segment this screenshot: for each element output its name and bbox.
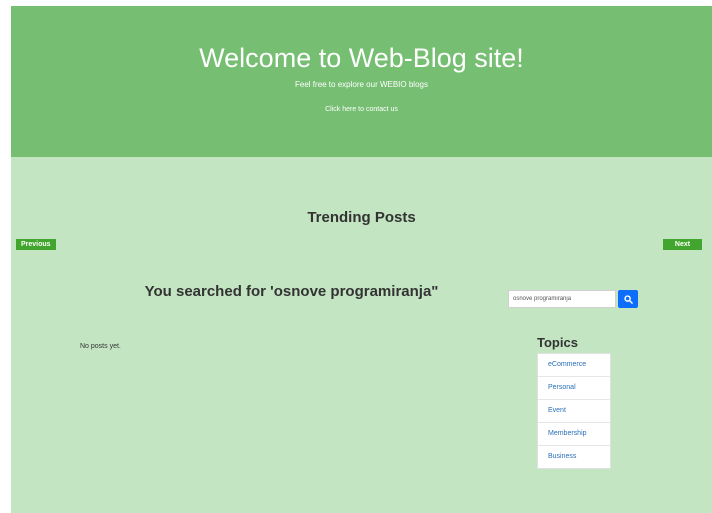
topics-list: eCommerce Personal Event Membership Busi… [537, 353, 611, 469]
no-posts-message: No posts yet. [80, 343, 121, 350]
topic-membership[interactable]: Membership [538, 423, 610, 446]
topic-ecommerce[interactable]: eCommerce [538, 354, 610, 377]
search-icon [623, 294, 633, 304]
hero-banner: Welcome to Web-Blog site! Feel free to e… [11, 6, 712, 157]
topic-business[interactable]: Business [538, 446, 610, 468]
previous-button[interactable]: Previous [16, 239, 56, 250]
search-button[interactable] [618, 290, 638, 308]
hero-title: Welcome to Web-Blog site! [199, 43, 524, 73]
search-input[interactable] [508, 290, 616, 308]
topic-event[interactable]: Event [538, 400, 610, 423]
topics-heading: Topics [537, 335, 578, 350]
hero-subtitle: Feel free to explore our WEBIO blogs [295, 80, 428, 89]
next-button[interactable]: Next [663, 239, 702, 250]
trending-posts-heading: Trending Posts [307, 209, 416, 226]
page-body: Welcome to Web-Blog site! Feel free to e… [11, 6, 712, 513]
contact-link[interactable]: Click here to contact us [11, 106, 712, 113]
topic-personal[interactable]: Personal [538, 377, 610, 400]
search-results-heading: You searched for 'osnove programiranja" [144, 283, 439, 300]
